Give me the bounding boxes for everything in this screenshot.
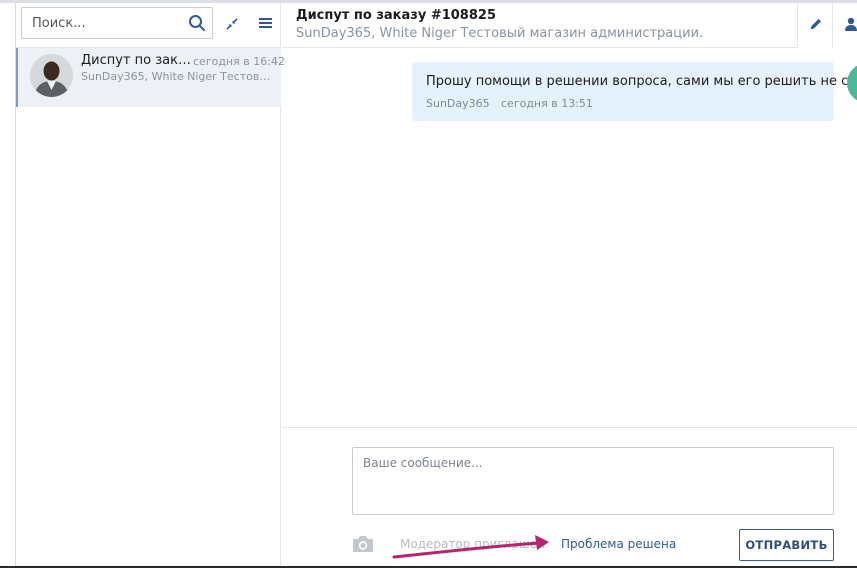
menu-icon[interactable] (259, 17, 272, 29)
camera-icon[interactable] (351, 534, 375, 554)
person-photo-icon (30, 54, 73, 97)
message-input[interactable] (352, 447, 834, 515)
pencil-icon (810, 19, 821, 30)
page-subtitle: SunDay365, White Niger Тестовый магазин … (296, 26, 704, 41)
problem-resolved-link[interactable]: Проблема решена (561, 537, 676, 551)
search-icon[interactable] (188, 14, 206, 32)
sender-avatar (847, 63, 857, 103)
user-icon (845, 17, 857, 31)
compose-area: Модератор приглашен Проблема решена ОТПР… (282, 427, 857, 566)
send-button[interactable]: ОТПРАВИТЬ (739, 529, 834, 561)
chat-app: Диспут по заказу #108825 сегодня в 16:42… (0, 0, 857, 568)
message-author[interactable]: SunDay365 (426, 97, 490, 110)
avatar (30, 54, 73, 97)
arrow-icon (392, 535, 549, 559)
message-text: Прошу помощи в решении вопроса, сами мы … (426, 74, 857, 89)
conversation-header: Диспут по заказу #108825 SunDay365, Whit… (282, 3, 857, 48)
message-list: Прошу помощи в решении вопроса, сами мы … (282, 49, 857, 427)
user-button[interactable] (832, 3, 857, 48)
sidebar: Диспут по заказу #108825 сегодня в 16:42… (16, 3, 285, 566)
chat-list-item[interactable]: Диспут по заказу #108825 сегодня в 16:42… (16, 48, 285, 107)
message-bubble: Прошу помощи в решении вопроса, сами мы … (412, 62, 857, 121)
collapse-arrows-icon[interactable] (225, 17, 239, 31)
search-input[interactable] (22, 8, 182, 38)
search-box (21, 7, 213, 39)
chat-title: Диспут по заказу #108825 (81, 53, 191, 68)
chat-subtitle: SunDay365, White Niger Тестовый магазин … (81, 70, 277, 83)
page-title: Диспут по заказу #108825 (296, 8, 496, 23)
chat-time: сегодня в 16:42 (193, 55, 285, 68)
edit-button[interactable] (797, 3, 832, 48)
message-time: сегодня в 13:51 (501, 97, 593, 110)
